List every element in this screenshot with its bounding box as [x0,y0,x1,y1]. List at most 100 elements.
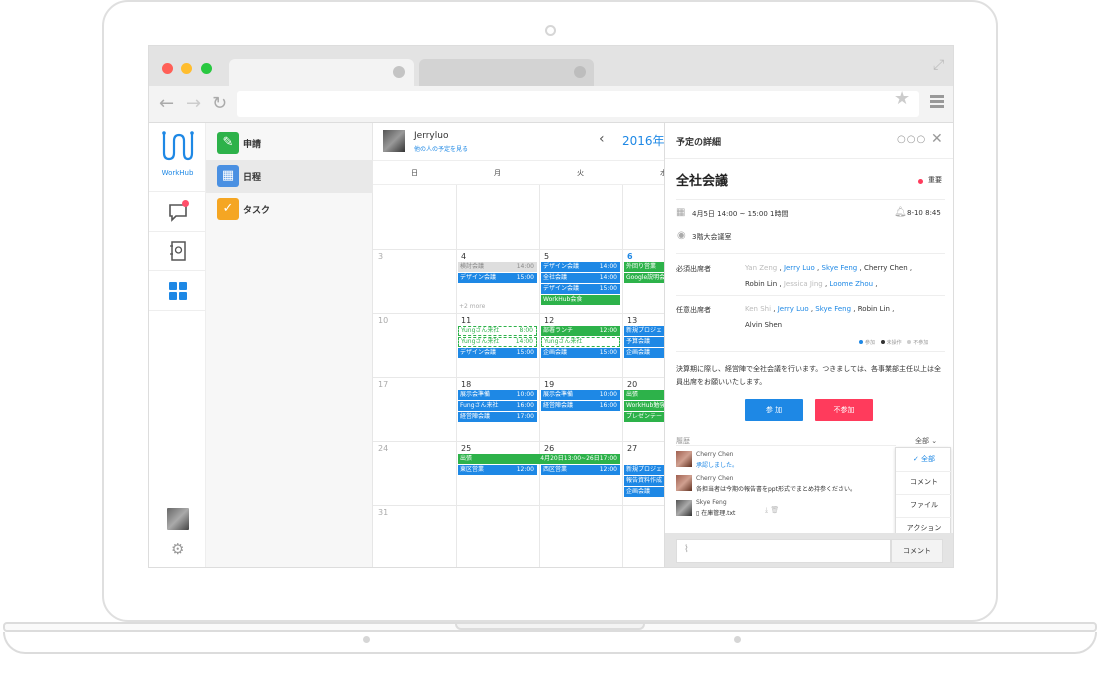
back-icon[interactable]: ← [159,90,174,118]
history-filter-select[interactable]: 全部 ⌄ [915,436,937,446]
calendar-event[interactable]: デザイン会議 15:00 [458,348,537,358]
calendar-event[interactable]: 企画会議 15:00 [541,348,620,358]
day-number-today[interactable]: 6 [627,252,633,261]
calendar-event[interactable]: 西区営業 12:00 [541,465,620,475]
calendar-event[interactable]: 報告資料作成 [624,476,664,486]
calendar-event[interactable]: 企画会議 [624,348,664,358]
attendee-name[interactable]: Skye Feng [815,305,851,313]
day-number[interactable]: 31 [378,508,388,517]
dropdown-option-file[interactable]: ファイル [896,494,952,516]
gear-icon[interactable]: ⚙ [171,540,184,558]
attendee-name[interactable]: Ken Shi [745,305,771,313]
trash-icon[interactable]: 🗑︎ [770,506,779,514]
close-window-button[interactable] [162,63,173,74]
paperclip-icon[interactable]: ⌇ [684,544,689,555]
calendar-event[interactable]: 東区営業 12:00 [458,465,537,475]
attendee-name[interactable]: Robin Lin [745,280,777,288]
calendar-event[interactable]: Fungさん来社 16:00 [458,401,537,411]
day-number[interactable]: 11 [461,316,471,325]
view-others-link[interactable]: 他の人の予定を見る [414,144,468,153]
calendar-event[interactable]: 出張 4月20日13:00~26日17:00 [458,454,620,464]
attendee-name[interactable]: Jerry Luo [784,264,815,272]
calendar-event[interactable]: 外回り営業 [624,262,664,272]
browser-menu-icon[interactable] [930,95,944,108]
comment-button[interactable]: コメント [891,539,943,563]
calendar-event[interactable]: 展示会準備 10:00 [458,390,537,400]
calendar-event[interactable]: 全社会議 14:00 [541,273,620,283]
avatar[interactable] [167,508,189,530]
calendar-event[interactable]: デザイン会議 15:00 [458,273,537,283]
calendar-event[interactable]: デザイン会議 14:00 [541,262,620,272]
more-options-icon[interactable]: ○○○ [897,134,926,145]
contacts-book-icon[interactable] [167,240,189,262]
prev-month-icon[interactable]: ‹ [599,131,605,147]
calendar-event[interactable]: WorkHub会食 [541,295,620,305]
day-number[interactable]: 3 [378,252,383,261]
minimize-window-button[interactable] [181,63,192,74]
calendar-event[interactable]: 出張 [624,390,664,400]
attachment-file-link[interactable]: ▯ 在庫管理.txt [696,508,735,517]
calendar-event[interactable]: Yungさん来社 14:00 [458,337,537,347]
avatar[interactable] [676,500,692,516]
download-icon[interactable]: ⤓ [765,506,768,514]
attendee-name[interactable]: Alvin Shen [745,321,782,329]
tab-close-icon[interactable] [574,66,586,78]
calendar-event[interactable]: 展示会準備 10:00 [541,390,620,400]
calendar-event[interactable]: Yungさん来社 [541,337,620,347]
more-events-link[interactable]: +2 more [459,303,485,310]
day-number[interactable]: 18 [461,380,471,389]
calendar-event[interactable]: Google説明会 [624,273,664,283]
apps-grid-icon[interactable] [167,280,189,302]
browser-tab[interactable] [419,59,594,86]
join-button[interactable]: 参 加 [745,399,803,421]
attendee-name[interactable]: Robin Lin [858,305,890,313]
dropdown-option-comment[interactable]: コメント [896,471,952,493]
avatar[interactable] [676,475,692,491]
calendar-event[interactable]: 予算会議 [624,337,664,347]
avatar[interactable] [383,130,405,152]
day-number[interactable]: 4 [461,252,466,261]
calendar-event[interactable]: 部署ランチ 12:00 [541,326,620,336]
workhub-logo-icon[interactable] [161,131,195,161]
day-number[interactable]: 26 [544,444,554,453]
calendar-event[interactable]: プレゼンテー [624,412,664,422]
menu-item-application[interactable]: ✎ 申請 [206,127,373,160]
dropdown-option-all[interactable]: ✓ 全部 [896,448,952,470]
calendar-event[interactable]: 経営陣会議 16:00 [541,401,620,411]
day-number[interactable]: 27 [627,444,637,453]
day-number[interactable]: 20 [627,380,637,389]
calendar-event[interactable]: 新規プロジェ [624,465,664,475]
day-number[interactable]: 5 [544,252,549,261]
address-bar[interactable] [237,91,919,117]
calendar-event[interactable]: WorkHub勉強 [624,401,664,411]
day-number[interactable]: 10 [378,316,388,325]
menu-item-schedule[interactable]: ▦ 日程 [206,160,373,193]
day-number[interactable]: 13 [627,316,637,325]
attendee-name[interactable]: Yan Zeng [745,264,777,272]
day-number[interactable]: 12 [544,316,554,325]
tab-close-icon[interactable] [393,66,405,78]
fullscreen-icon[interactable]: ⤢ [933,57,944,73]
menu-item-task[interactable]: ✓ タスク [206,193,373,226]
attendee-name[interactable]: Cherry Chen [864,264,908,272]
calendar-event[interactable]: 検討会議 14:00 [458,262,537,272]
bookmark-star-icon[interactable]: ★ [894,89,910,109]
attendee-name[interactable]: Jerry Luo [778,305,809,313]
day-number[interactable]: 19 [544,380,554,389]
reload-icon[interactable]: ↻ [212,90,227,118]
maximize-window-button[interactable] [201,63,212,74]
day-number[interactable]: 17 [378,380,388,389]
calendar-event[interactable]: 新規プロジェ [624,326,664,336]
calendar-event[interactable]: デザイン会議 15:00 [541,284,620,294]
calendar-event[interactable]: 経営陣会議 17:00 [458,412,537,422]
calendar-event[interactable]: 企画会議 [624,487,664,497]
decline-button[interactable]: 不参加 [815,399,873,421]
comment-input[interactable] [676,539,891,563]
attendee-name[interactable]: Jessica Jing [784,280,823,288]
day-number[interactable]: 25 [461,444,471,453]
close-icon[interactable]: ✕ [931,131,943,147]
day-number[interactable]: 24 [378,444,388,453]
forward-icon[interactable]: → [186,90,201,118]
avatar[interactable] [676,451,692,467]
calendar-event[interactable]: Yungさん来社 8:00 [458,326,537,336]
